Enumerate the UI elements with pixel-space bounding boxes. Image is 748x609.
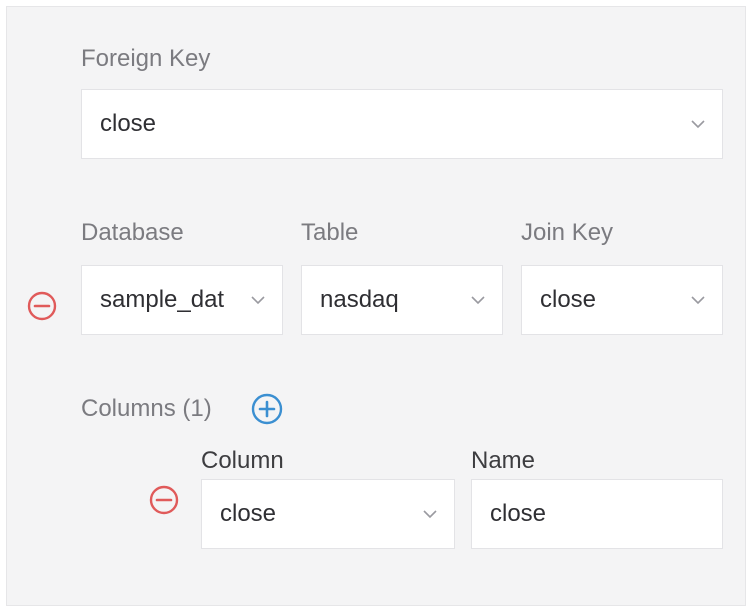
- chevron-down-icon: [690, 119, 706, 129]
- table-select[interactable]: nasdaq: [301, 265, 503, 335]
- column-value: close: [220, 500, 277, 527]
- columns-header: Columns (1): [81, 395, 212, 422]
- remove-join-minus-circle-icon[interactable]: [27, 291, 57, 321]
- table-value: nasdaq: [320, 286, 399, 313]
- column-label: Column: [201, 447, 284, 474]
- join-key-value: close: [540, 286, 597, 313]
- database-select[interactable]: sample_dat: [81, 265, 283, 335]
- chevron-down-icon: [422, 509, 438, 519]
- column-name-input[interactable]: close: [471, 479, 723, 549]
- remove-column-minus-circle-icon[interactable]: [149, 485, 179, 515]
- add-column-plus-circle-icon[interactable]: [251, 393, 283, 425]
- database-value: sample_dat: [100, 286, 225, 313]
- join-key-select[interactable]: close: [521, 265, 723, 335]
- foreign-key-select[interactable]: close: [81, 89, 723, 159]
- foreign-key-value: close: [100, 110, 157, 137]
- join-config-panel: Foreign Key close Database Table Join Ke…: [6, 6, 746, 606]
- chevron-down-icon: [690, 295, 706, 305]
- table-label: Table: [301, 219, 359, 246]
- join-key-label: Join Key: [521, 219, 614, 246]
- column-select[interactable]: close: [201, 479, 455, 549]
- chevron-down-icon: [250, 295, 266, 305]
- database-label: Database: [81, 219, 184, 246]
- column-name-value: close: [490, 500, 547, 527]
- foreign-key-label: Foreign Key: [81, 45, 211, 72]
- chevron-down-icon: [470, 295, 486, 305]
- name-label: Name: [471, 447, 536, 474]
